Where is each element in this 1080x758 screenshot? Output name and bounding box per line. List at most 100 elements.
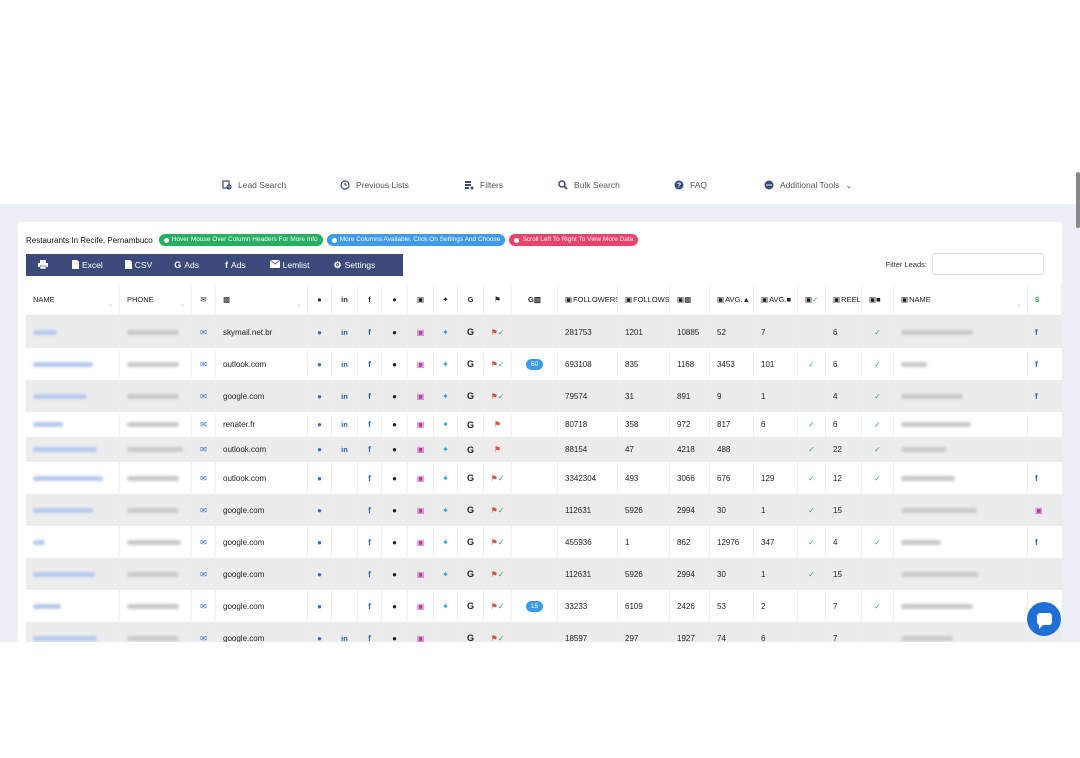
linkedin-icon[interactable]: in	[341, 445, 348, 454]
twitter-icon[interactable]: ✦	[442, 420, 449, 429]
google-icon[interactable]: G	[467, 391, 474, 401]
lead-name[interactable]	[26, 380, 120, 412]
table-row[interactable]: ✉ outlook.com ● in f ● ▣ ✦ G ⚑ 88154 47 4218 488 ✓ 22 ✓	[26, 437, 1062, 462]
twitter-icon[interactable]: ✦	[442, 602, 449, 611]
google-icon[interactable]: G	[467, 505, 474, 515]
col-name[interactable]: NAME ⌄	[26, 284, 120, 315]
table-row[interactable]: ✉ google.com ● f ● ▣ ✦ G ⚑✓ 112631 5926 2994 30 1 ✓ 15	[26, 558, 1062, 590]
lead-name[interactable]	[26, 494, 120, 526]
messenger-icon[interactable]: ●	[392, 506, 397, 515]
twitter-icon[interactable]: ✦	[442, 506, 449, 515]
messenger-icon[interactable]: ●	[392, 634, 397, 643]
facebook-icon[interactable]: f	[368, 328, 371, 337]
facebook-icon[interactable]: f	[368, 445, 371, 454]
col-google-rating[interactable]: G▥	[512, 284, 558, 315]
nav-filters[interactable]: Filters	[464, 166, 503, 204]
messenger-icon[interactable]: ●	[392, 420, 397, 429]
instagram-icon[interactable]: ▣	[417, 634, 425, 643]
messenger-icon[interactable]: ●	[392, 474, 397, 483]
messenger-icon[interactable]: ●	[392, 602, 397, 611]
globe-icon[interactable]: ●	[317, 328, 322, 337]
email-icon[interactable]: ✉	[200, 506, 207, 515]
messenger-icon[interactable]: ●	[392, 328, 397, 337]
google-icon[interactable]: G	[467, 601, 474, 611]
nav-additional-tools[interactable]: Additional Tools ⌄	[764, 166, 852, 204]
linkedin-icon[interactable]: in	[341, 328, 348, 337]
facebook-icon[interactable]: f	[368, 506, 371, 515]
twitter-icon[interactable]: ✦	[442, 445, 449, 454]
col-posts[interactable]: ▣▩	[670, 284, 710, 315]
instagram-icon[interactable]: ▣	[417, 420, 425, 429]
google-icon[interactable]: G	[467, 327, 474, 337]
facebook-icon[interactable]: f	[368, 570, 371, 579]
google-icon[interactable]: G	[467, 445, 474, 455]
facebook-icon[interactable]: f	[368, 474, 371, 483]
lead-name[interactable]	[26, 348, 120, 380]
table-row[interactable]: ✉ google.com ● f ● ▣ ✦ G ⚑✓ 15 33233 6109 2426 53 2 7 ✓	[26, 590, 1062, 622]
nav-bulk-search[interactable]: Bulk Search	[558, 166, 620, 204]
instagram-icon[interactable]: ▣	[1035, 506, 1043, 515]
table-row[interactable]: ✉ skymail.net.br ● in f ● ▣ ✦ G ⚑✓ 281753 1201 10885…	[26, 316, 1062, 348]
export-csv-button[interactable]: CSV	[119, 254, 158, 276]
facebook-icon[interactable]: f	[1035, 474, 1038, 483]
col-follows[interactable]: ▣ FOLLOWS	[618, 284, 670, 315]
globe-icon[interactable]: ●	[317, 634, 322, 643]
lead-name[interactable]	[26, 412, 120, 437]
facebook-icon[interactable]: f	[1035, 328, 1038, 337]
col-avg-comments[interactable]: ▣ AVG. ■	[754, 284, 798, 315]
twitter-icon[interactable]: ✦	[442, 392, 449, 401]
lead-name[interactable]	[26, 622, 120, 642]
messenger-icon[interactable]: ●	[392, 570, 397, 579]
table-row[interactable]: ✉ google.com ● f ● ▣ ✦ G ⚑✓ 455936 1 862 12976 347 ✓ 4 ✓…	[26, 526, 1062, 558]
nav-faq[interactable]: ? FAQ	[674, 166, 707, 204]
instagram-icon[interactable]: ▣	[417, 474, 425, 483]
instagram-icon[interactable]: ▣	[417, 445, 425, 454]
twitter-icon[interactable]: ✦	[442, 474, 449, 483]
email-icon[interactable]: ✉	[200, 602, 207, 611]
col-email-domain[interactable]: ▩ ⌄	[216, 284, 308, 315]
instagram-icon[interactable]: ▣	[417, 570, 425, 579]
email-icon[interactable]: ✉	[200, 360, 207, 369]
linkedin-icon[interactable]: in	[341, 392, 348, 401]
instagram-icon[interactable]: ▣	[417, 328, 425, 337]
email-icon[interactable]: ✉	[200, 538, 207, 547]
col-ads[interactable]: ⚑	[484, 284, 512, 315]
col-business[interactable]: ▣■	[862, 284, 894, 315]
table-row[interactable]: ✉ outlook.com ● in f ● ▣ ✦ G ⚑✓ 60 693108 835 1168 345…	[26, 348, 1062, 380]
twitter-icon[interactable]: ✦	[442, 538, 449, 547]
instagram-icon[interactable]: ▣	[417, 538, 425, 547]
linkedin-icon[interactable]: in	[341, 420, 348, 429]
email-icon[interactable]: ✉	[200, 634, 207, 643]
instagram-icon[interactable]: ▣	[417, 602, 425, 611]
twitter-icon[interactable]: ✦	[442, 360, 449, 369]
col-phone[interactable]: PHONE ⌄	[120, 284, 192, 315]
export-excel-button[interactable]: Excel	[66, 254, 109, 276]
messenger-icon[interactable]: ●	[392, 360, 397, 369]
globe-icon[interactable]: ●	[317, 538, 322, 547]
facebook-icon[interactable]: f	[368, 360, 371, 369]
twitter-icon[interactable]: ✦	[442, 570, 449, 579]
facebook-icon[interactable]: f	[368, 420, 371, 429]
lead-name[interactable]	[26, 526, 120, 558]
lead-name[interactable]	[26, 437, 120, 462]
table-row[interactable]: ✉ renater.fr ● in f ● ▣ ✦ G ⚑ 80718 358 972 817 6 ✓ 6 ✓	[26, 412, 1062, 437]
col-website[interactable]: ●	[308, 284, 332, 315]
instagram-icon[interactable]: ▣	[417, 360, 425, 369]
email-icon[interactable]: ✉	[200, 392, 207, 401]
globe-icon[interactable]: ●	[317, 602, 322, 611]
email-icon[interactable]: ✉	[200, 570, 207, 579]
facebook-ads-button[interactable]: f Ads	[219, 254, 252, 276]
col-verified[interactable]: ▣✓	[798, 284, 826, 315]
globe-icon[interactable]: ●	[317, 360, 322, 369]
twitter-icon[interactable]: ✦	[442, 328, 449, 337]
col-email[interactable]: ✉	[192, 284, 216, 315]
instagram-icon[interactable]: ▣	[417, 392, 425, 401]
lead-name[interactable]	[26, 462, 120, 494]
col-facebook[interactable]: f	[358, 284, 382, 315]
col-linkedin[interactable]: in	[332, 284, 358, 315]
facebook-icon[interactable]: f	[1035, 392, 1038, 401]
google-icon[interactable]: G	[467, 473, 474, 483]
page-scrollbar[interactable]	[1076, 172, 1080, 228]
globe-icon[interactable]: ●	[317, 445, 322, 454]
google-icon[interactable]: G	[467, 569, 474, 579]
